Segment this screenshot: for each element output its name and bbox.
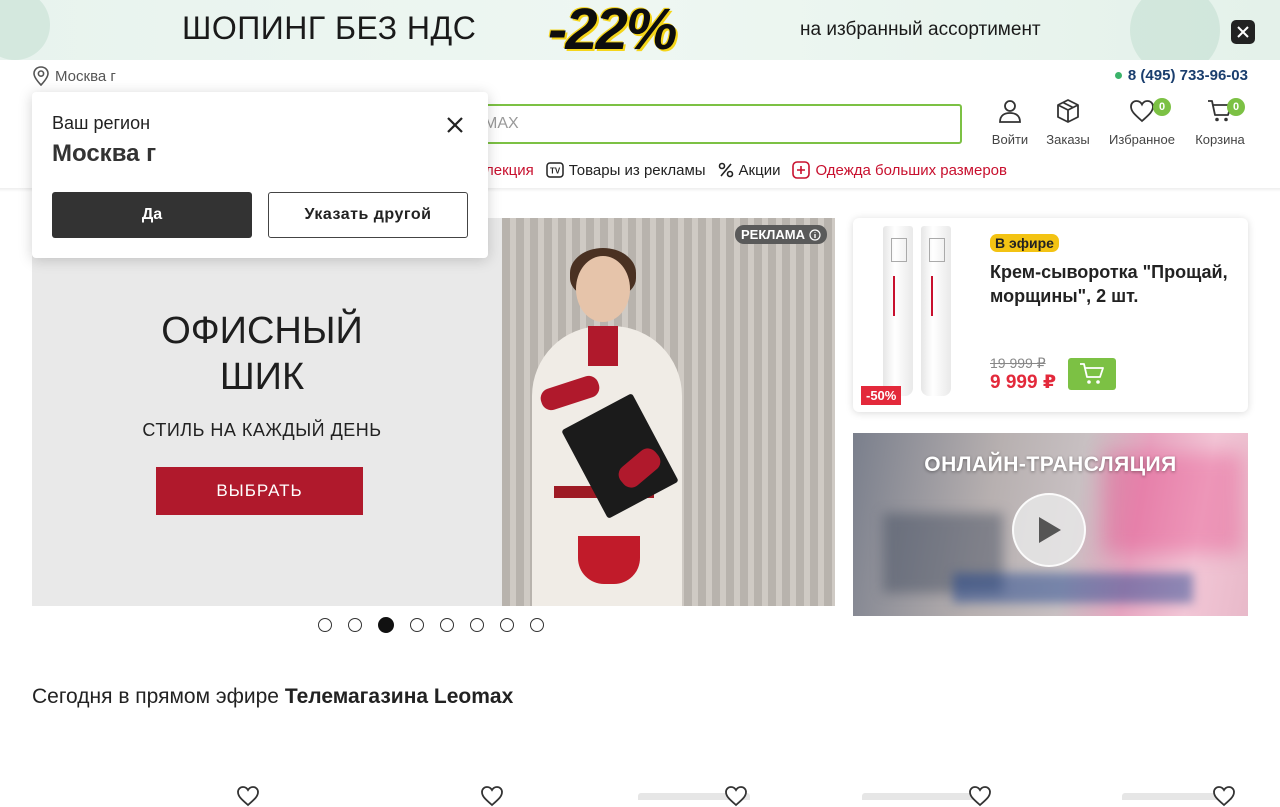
category-ads-products[interactable]: TV Товары из рекламы [546,162,706,179]
product-title[interactable]: Крем-сыворотка "Прощай, морщины", 2 шт. [990,260,1230,308]
hero-title: ОФИСНЫЙ ШИК [161,310,363,398]
hero-choose-button[interactable]: ВЫБРАТЬ [156,467,363,515]
phone-number: 8 (495) 733-96-03 [1127,67,1248,84]
product-row [0,780,1280,807]
login-button[interactable]: Войти [985,98,1035,147]
close-icon[interactable] [444,114,466,136]
on-air-badge: В эфире [990,234,1059,252]
cart-icon [1080,363,1104,384]
user-icon [999,100,1021,123]
search-input[interactable]: MAX [452,104,962,144]
category-label: Одежда больших размеров [815,161,1007,179]
on-air-product-card[interactable]: -50% В эфире Крем-сыворотка "Прощай, мор… [853,218,1248,412]
decor-leaf [1130,0,1220,60]
hero-model [576,256,630,322]
svg-text:TV: TV [550,167,561,176]
slider-dot[interactable] [440,618,454,632]
header-nav: Войти Заказы 0 Избранное 0 Корзина [985,98,1257,147]
section-title: Сегодня в прямом эфире Телемагазина Leom… [32,685,513,709]
category-bar: лекция TV Товары из рекламы Акции Одежда… [485,161,1007,179]
category-plus-size[interactable]: Одежда больших размеров [792,161,1007,179]
slider-dot[interactable] [500,618,514,632]
live-title: ОНЛАЙН-ТРАНСЛЯЦИЯ [924,453,1177,476]
region-city: Москва г [52,140,157,167]
add-to-cart-button[interactable] [1068,358,1116,390]
slider-dot[interactable] [470,618,484,632]
city-label: Москва г [55,67,116,85]
decor-leaf [0,0,50,60]
cart-button[interactable]: 0 Корзина [1183,98,1257,147]
section-title-prefix: Сегодня в прямом эфире [32,685,285,708]
heart-icon[interactable] [968,785,992,807]
region-question: Ваш регион [52,113,151,133]
category-label: лекция [485,161,534,179]
cart-label: Корзина [1195,132,1245,147]
new-price: 9 999 ₽ [990,372,1057,393]
promo-subtext: на избранный ассортимент [800,19,1041,40]
hero-model [578,536,640,584]
category-promotions[interactable]: Акции [718,161,781,179]
search-placeholder: MAX [484,115,519,132]
hero-slider[interactable]: ОФИСНЫЙ ШИК СТИЛЬ НА КАЖДЫЙ ДЕНЬ ВЫБРАТЬ… [32,218,835,606]
favorites-badge: 0 [1153,98,1171,116]
ad-label[interactable]: РЕКЛАМА [734,225,827,244]
section-title-bold: Телемагазина Leomax [284,685,514,708]
slider-pagination [318,617,544,633]
hero-subtitle: СТИЛЬ НА КАЖДЫЙ ДЕНЬ [142,420,382,440]
promo-text: ШОПИНГ БЕЗ НДС [182,10,477,46]
location-pin-icon [33,66,49,86]
product-image [883,226,913,396]
cart-badge: 0 [1227,98,1245,116]
heart-icon[interactable] [480,785,504,807]
favorites-label: Избранное [1109,132,1175,147]
login-label: Войти [991,132,1029,147]
play-icon [1039,517,1061,543]
plus-box-icon [792,161,811,179]
old-price: 19 999 ₽ [990,355,1046,371]
box-icon [1057,99,1079,123]
close-icon [1237,26,1249,38]
orders-label: Заказы [1046,132,1090,147]
heart-icon[interactable] [1212,785,1236,807]
orders-button[interactable]: Заказы [1035,98,1101,147]
promo-banner[interactable]: ШОПИНГ БЕЗ НДС -22% на избранный ассорти… [0,0,1280,60]
heart-icon[interactable] [724,785,748,807]
slider-dot-active[interactable] [378,617,394,633]
slider-dot[interactable] [318,618,332,632]
hero-model [588,326,618,366]
category-collection[interactable]: лекция [485,162,534,179]
slider-dot[interactable] [348,618,362,632]
discount-badge: -50% [861,386,902,405]
slider-dot[interactable] [410,618,424,632]
play-button[interactable] [1012,493,1086,567]
phone-link[interactable]: 8 (495) 733-96-03 [1114,67,1248,84]
ad-label-text: РЕКЛАМА [740,227,805,242]
category-label: Акции [738,161,781,179]
change-region-button[interactable]: Указать другой [268,192,468,238]
slider-dot[interactable] [530,618,544,632]
heart-icon[interactable] [236,785,260,807]
city-selector[interactable]: Москва г [32,66,116,86]
promo-close-button[interactable] [1231,20,1255,44]
stream-preview [953,573,1193,603]
info-icon [809,228,821,241]
heart-icon [1130,100,1154,123]
confirm-region-button[interactable]: Да [52,192,252,238]
region-popup: Ваш регион Москва г Да Указать другой [32,92,488,258]
online-dot [1114,72,1122,79]
category-label: Товары из рекламы [568,161,706,179]
promo-discount: -22% [548,0,677,60]
live-stream-tile[interactable]: ОНЛАЙН-ТРАНСЛЯЦИЯ [853,433,1248,616]
percent-icon [718,162,733,178]
favorites-button[interactable]: 0 Избранное [1101,98,1183,147]
tv-icon: TV [546,162,564,178]
product-image [921,226,951,396]
